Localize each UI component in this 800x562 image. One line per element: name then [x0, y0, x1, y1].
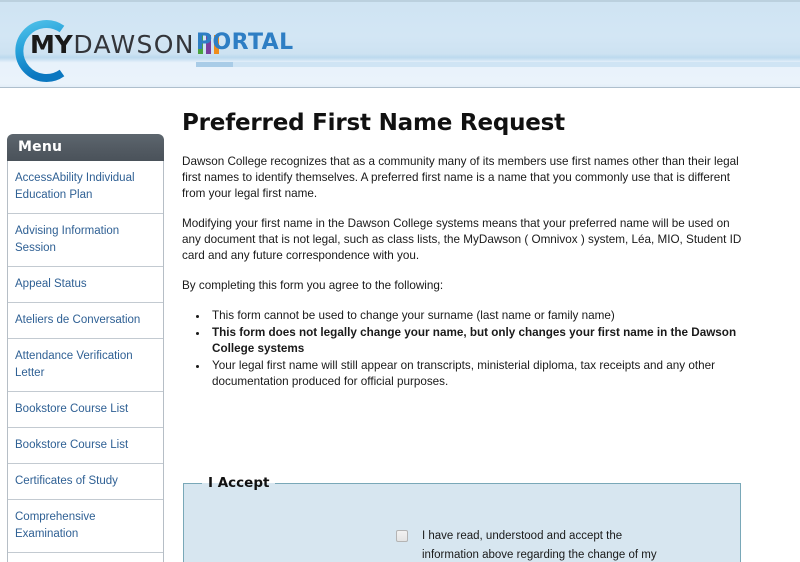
sidebar-item-list: AccessAbility Individual Education Plan …	[7, 161, 164, 562]
consent-row: I have read, understood and accept the i…	[396, 527, 692, 562]
logo-portal-text: PORTAL	[196, 30, 294, 55]
sidebar-item-ateliers-de-conversation[interactable]: Ateliers de Conversation	[8, 303, 163, 339]
i-accept-legend: I Accept	[208, 475, 270, 491]
page-title: Preferred First Name Request	[182, 110, 565, 136]
agreement-bullet-1: This form cannot be used to change your …	[209, 308, 748, 324]
intro-paragraph-1: Dawson College recognizes that as a comm…	[182, 155, 739, 200]
sidebar-title: Menu	[7, 134, 164, 161]
consent-line-2: information above regarding the change o…	[422, 549, 657, 561]
sidebar-item-certificates-of-study[interactable]: Certificates of Study	[8, 464, 163, 500]
consent-line-1: I have read, understood and accept the	[422, 530, 623, 542]
consent-text: I have read, understood and accept the i…	[422, 527, 692, 562]
agreement-bullet-list: This form cannot be used to change your …	[182, 308, 748, 390]
accept-checkbox[interactable]	[396, 530, 408, 542]
agreement-bullet-3: Your legal first name will still appear …	[209, 358, 748, 390]
intro-paragraph-3: By completing this form you agree to the…	[182, 279, 444, 292]
logo-my-text: MY	[30, 29, 73, 59]
sidebar-item-attendance-verification-letter[interactable]: Attendance Verification Letter	[8, 339, 163, 392]
sidebar-item-bookstore-course-list-2[interactable]: Bookstore Course List	[8, 428, 163, 464]
header-top-rule	[0, 0, 800, 2]
sidebar-item-appeal-status[interactable]: Appeal Status	[8, 267, 163, 303]
intro-paragraph-2: Modifying your first name in the Dawson …	[182, 217, 742, 262]
site-header: MY DAWSON PORTAL	[0, 0, 800, 88]
sidebar-item-bookstore-course-list-1[interactable]: Bookstore Course List	[8, 392, 163, 428]
logo-dawson-text: DAWSON	[73, 29, 195, 59]
sidebar-item-accessability-iep[interactable]: AccessAbility Individual Education Plan	[8, 161, 163, 214]
sidebar-item-advising-information-session[interactable]: Advising Information Session	[8, 214, 163, 267]
page-body: Menu AccessAbility Individual Education …	[0, 88, 800, 562]
agreement-bullet-2: This form does not legally change your n…	[209, 325, 748, 357]
sidebar-item-course-option-selection[interactable]: Course Option Selection	[8, 553, 163, 562]
sidebar-menu: Menu AccessAbility Individual Education …	[7, 134, 164, 562]
sidebar-item-comprehensive-examination[interactable]: Comprehensive Examination	[8, 500, 163, 553]
header-accent-rule-highlight	[196, 62, 233, 67]
i-accept-fieldset: I Accept I have read, understood and acc…	[183, 475, 741, 562]
main-content: Preferred First Name Request Dawson Coll…	[182, 110, 748, 391]
logo-wordmark: MY DAWSON	[30, 29, 219, 59]
header-accent-rule	[196, 62, 800, 67]
